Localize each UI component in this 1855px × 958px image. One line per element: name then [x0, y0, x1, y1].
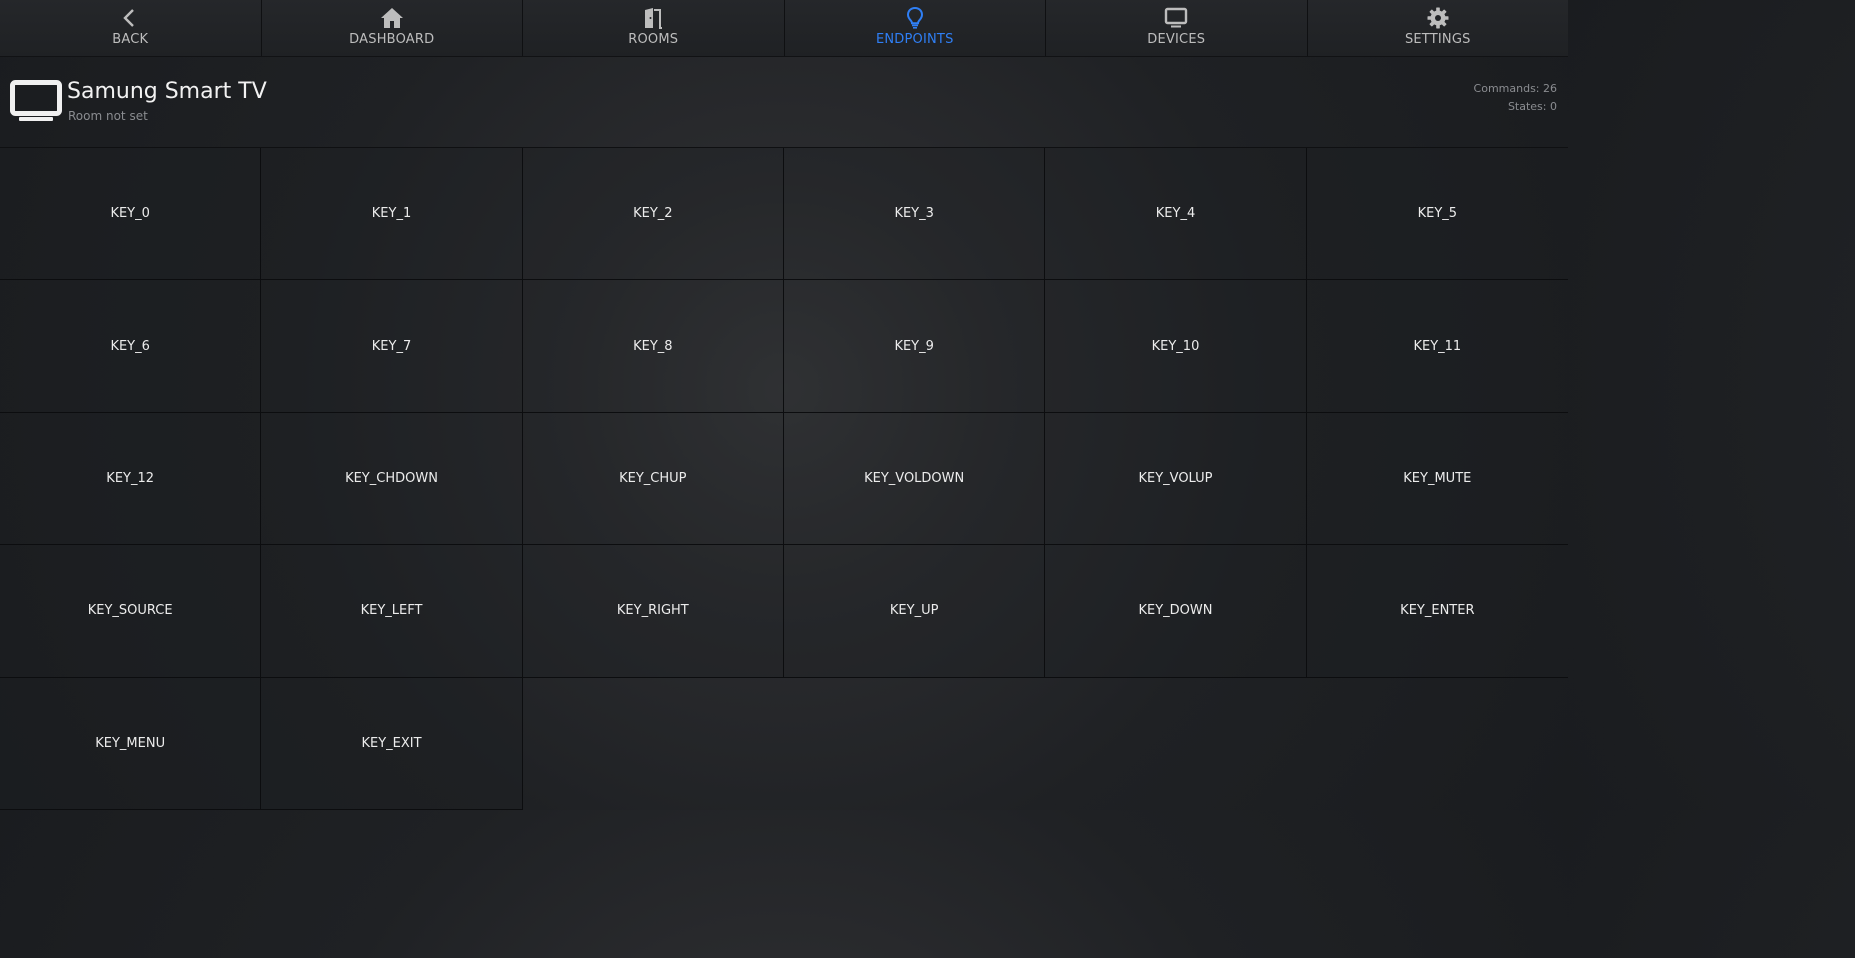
command-button[interactable]: KEY_11	[1306, 280, 1568, 413]
command-button[interactable]: KEY_CHUP	[522, 412, 784, 546]
command-button[interactable]: KEY_5	[1306, 148, 1568, 281]
command-button[interactable]: KEY_MENU	[0, 677, 262, 810]
nav-label: ROOMS	[628, 32, 679, 47]
command-button[interactable]: KEY_1	[261, 148, 523, 281]
chevron-left-icon	[117, 6, 143, 30]
nav-label: DEVICES	[1147, 32, 1206, 47]
command-button[interactable]: KEY_ENTER	[1306, 545, 1568, 678]
command-button[interactable]: KEY_0	[0, 148, 262, 281]
command-button[interactable]: KEY_RIGHT	[522, 545, 784, 678]
top-nav-bar: BACK DASHBOARD ROOMS ENDPOINTS DEVICES S…	[0, 0, 1568, 57]
command-button[interactable]: KEY_10	[1045, 280, 1307, 413]
command-grid: KEY_0 KEY_1 KEY_2 KEY_3 KEY_4 KEY_5 KEY_…	[0, 147, 1568, 810]
command-button[interactable]: KEY_12	[0, 412, 262, 546]
nav-label: BACK	[112, 32, 149, 47]
nav-label: SETTINGS	[1404, 32, 1471, 47]
commands-count: Commands: 26	[1473, 82, 1557, 95]
nav-devices[interactable]: DEVICES	[1046, 0, 1308, 56]
device-header: Samung Smart TV Room not set Commands: 2…	[0, 57, 1568, 147]
nav-rooms[interactable]: ROOMS	[523, 0, 785, 56]
lightbulb-icon	[902, 6, 928, 30]
tv-icon	[10, 80, 62, 124]
nav-label: DASHBOARD	[349, 32, 435, 47]
command-button[interactable]: KEY_SOURCE	[0, 545, 262, 678]
command-button[interactable]: KEY_LEFT	[261, 545, 523, 678]
command-button[interactable]: KEY_DOWN	[1045, 545, 1307, 678]
gear-icon	[1425, 6, 1451, 30]
command-button[interactable]: KEY_UP	[784, 545, 1046, 678]
nav-dashboard[interactable]: DASHBOARD	[262, 0, 523, 56]
command-button[interactable]: KEY_4	[1045, 148, 1307, 281]
states-count: States: 0	[1507, 100, 1557, 113]
nav-label: ENDPOINTS	[875, 32, 954, 47]
command-button[interactable]: KEY_9	[784, 280, 1046, 413]
command-button[interactable]: KEY_2	[522, 148, 784, 281]
nav-settings[interactable]: SETTINGS	[1308, 0, 1569, 56]
command-button[interactable]: KEY_VOLDOWN	[784, 412, 1046, 546]
device-room: Room not set	[68, 109, 148, 123]
nav-back[interactable]: BACK	[0, 0, 262, 56]
command-button[interactable]: KEY_VOLUP	[1045, 412, 1307, 546]
command-button[interactable]: KEY_CHDOWN	[261, 412, 523, 546]
device-title: Samung Smart TV	[67, 79, 267, 104]
nav-endpoints[interactable]: ENDPOINTS	[785, 0, 1046, 56]
command-button[interactable]: KEY_MUTE	[1306, 412, 1568, 546]
command-button[interactable]: KEY_7	[261, 280, 523, 413]
home-icon	[379, 6, 405, 30]
command-button[interactable]: KEY_EXIT	[261, 677, 523, 810]
command-button[interactable]: KEY_6	[0, 280, 262, 413]
device-stats: Commands: 26 States: 0	[1474, 80, 1557, 116]
command-button[interactable]: KEY_8	[522, 280, 784, 413]
monitor-icon	[1163, 6, 1189, 30]
door-icon	[640, 6, 666, 30]
command-button[interactable]: KEY_3	[784, 148, 1046, 281]
